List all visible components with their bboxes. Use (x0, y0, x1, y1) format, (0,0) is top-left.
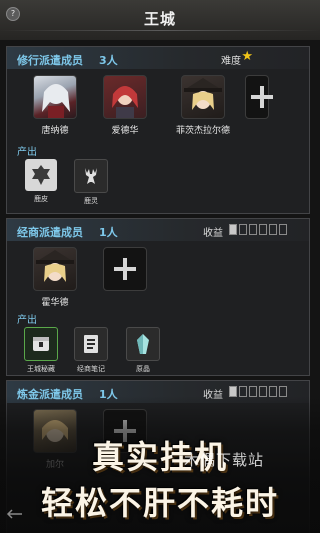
portrait-art (36, 250, 74, 282)
output-item[interactable]: 鹿灵 (63, 159, 119, 206)
member-name: 霍华德 (41, 298, 69, 308)
star-icon: ★ (241, 49, 253, 64)
promo-headline: 真实挂机 (91, 438, 228, 476)
income-cell (239, 224, 247, 235)
portrait-art (42, 84, 70, 118)
item-name: 鹿灵 (84, 197, 98, 205)
output-label: 产出 (17, 315, 37, 326)
difficulty-label: 难度 (221, 56, 241, 67)
item-name: 原晶 (136, 365, 150, 373)
member-name: 菲茨杰拉尔德 (175, 126, 230, 136)
plus-icon (251, 86, 273, 108)
income-label: 收益 (203, 228, 223, 239)
deer-spirit-icon (74, 159, 108, 193)
team-title: 经商派遣成员 (17, 226, 83, 239)
income-meter (229, 224, 287, 235)
member-portrait (103, 75, 147, 119)
add-member-button[interactable] (103, 247, 147, 291)
output-item[interactable]: 原晶 (115, 327, 171, 374)
add-member-button[interactable] (245, 75, 273, 119)
member-slot[interactable]: 爱德华 (101, 75, 149, 136)
member-slot[interactable]: 唐纳德 (31, 75, 79, 136)
income-cell (269, 224, 277, 235)
output-item[interactable]: 王城秘藏 (13, 327, 69, 374)
item-name: 王城秘藏 (27, 365, 55, 373)
back-arrow-icon[interactable] (4, 508, 24, 520)
plus-icon (114, 258, 136, 280)
trade-notes-icon (74, 327, 108, 361)
member-name: 唐纳德 (41, 126, 69, 136)
royal-treasure-icon (24, 327, 58, 361)
team-title: 修行派遣成员 (17, 54, 83, 67)
crystal-icon (126, 327, 160, 361)
training-panel: 修行派遣成员 3人 难度 ★ 唐纳德 爱德华 菲茨杰拉尔德 产出 鹿皮 鹿灵 (6, 46, 310, 214)
income-cell (279, 224, 287, 235)
member-portrait (33, 75, 77, 119)
member-slot[interactable]: 菲茨杰拉尔德 (171, 75, 235, 136)
item-name: 鹿皮 (34, 195, 48, 203)
income-cell (249, 224, 257, 235)
output-label: 产出 (17, 147, 37, 158)
output-item[interactable]: 经商笔记 (63, 327, 119, 374)
promo-subheadline: 轻松不肝不耗时 (40, 484, 279, 522)
income-cell (259, 224, 267, 235)
team-count: 3人 (99, 54, 118, 67)
portrait-art (184, 78, 222, 110)
portrait-art (112, 86, 138, 118)
member-portrait (181, 75, 225, 119)
member-name: 爱德华 (111, 126, 139, 136)
deer-hide-icon (25, 159, 57, 191)
trade-panel: 经商派遣成员 1人 收益 霍华德 产出 王城秘藏 经商笔记 原晶 (6, 218, 310, 376)
member-slot[interactable]: 霍华德 (31, 247, 79, 308)
watermark: 木偶下载站 (184, 451, 265, 469)
title-divider (0, 30, 320, 31)
item-name: 经商笔记 (77, 365, 105, 373)
page-title: 王城 (143, 10, 176, 28)
member-portrait (33, 247, 77, 291)
income-cell (229, 224, 237, 235)
output-item[interactable]: 鹿皮 (13, 159, 69, 204)
team-count: 1人 (99, 226, 118, 239)
